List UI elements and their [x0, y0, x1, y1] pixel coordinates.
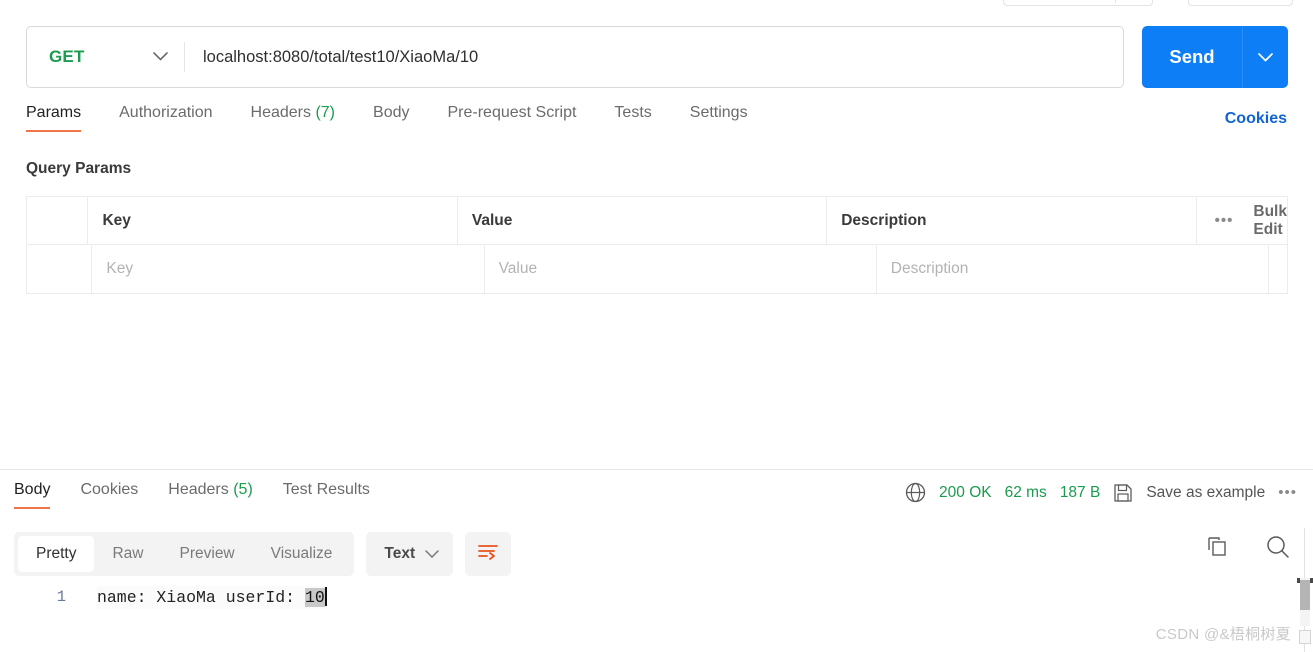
line-number: 1	[56, 588, 66, 606]
table-header-row: Key Value Description ••• Bulk Edit	[27, 197, 1287, 245]
tab-response-cookies[interactable]: Cookies	[80, 481, 138, 509]
tab-settings[interactable]: Settings	[690, 104, 748, 132]
copy-icon[interactable]	[1205, 535, 1229, 559]
response-time: 62 ms	[1004, 483, 1047, 501]
view-raw-button[interactable]: Raw	[94, 536, 161, 572]
tab-pre-request-script-label: Pre-request Script	[447, 104, 577, 121]
csdn-watermark: CSDN @&梧桐树夏	[1155, 626, 1291, 643]
column-header-description: Description	[827, 197, 1197, 244]
tab-authorization-label: Authorization	[119, 104, 213, 121]
tab-response-headers-count: (5)	[233, 481, 253, 498]
tab-headers-label: Headers	[250, 104, 311, 121]
tab-body[interactable]: Body	[373, 104, 409, 132]
scrollbar-grip[interactable]	[1299, 630, 1311, 644]
tab-response-headers-label: Headers	[168, 481, 229, 498]
row-tools-cell	[1269, 245, 1287, 293]
method-and-url-group: GET	[26, 26, 1124, 88]
scrollbar-thumb[interactable]	[1300, 580, 1310, 610]
search-icon[interactable]	[1265, 534, 1291, 560]
header-checkbox-cell	[27, 197, 89, 244]
view-pretty-button[interactable]: Pretty	[18, 536, 95, 572]
tab-response-cookies-label: Cookies	[80, 481, 139, 498]
body-format-label: Text	[384, 545, 416, 562]
tab-headers[interactable]: Headers (7)	[251, 104, 336, 132]
response-body-selected-text: 10	[304, 588, 325, 607]
request-tabs: Params Authorization Headers (7) Body Pr…	[26, 104, 786, 142]
url-input[interactable]	[185, 28, 1123, 86]
line-number-gutter: 1	[0, 582, 80, 606]
response-body-text: name: XiaoMa userId:	[97, 588, 305, 607]
body-view-switcher: Pretty Raw Preview Visualize	[14, 532, 355, 576]
chevron-down-icon	[153, 48, 168, 66]
param-key-input[interactable]: Key	[92, 245, 485, 293]
pane-divider[interactable]	[0, 469, 1313, 470]
http-method-label: GET	[49, 47, 85, 66]
more-options-icon[interactable]: •••	[1215, 212, 1234, 229]
response-tabs: Body Cookies Headers (5) Test Results	[14, 481, 400, 517]
send-button-label: Send	[1169, 46, 1215, 67]
view-visualize-button[interactable]: Visualize	[253, 536, 351, 572]
tab-body-label: Body	[373, 104, 410, 121]
query-params-table: Key Value Description ••• Bulk Edit Key …	[26, 196, 1288, 294]
tab-authorization[interactable]: Authorization	[119, 104, 212, 132]
postman-window: GET Send Params Authorization Headers (7…	[0, 0, 1313, 652]
tab-headers-count: (7)	[315, 104, 336, 121]
chevron-down-icon	[425, 545, 439, 563]
request-url-row: GET Send	[26, 26, 1288, 88]
send-button[interactable]: Send	[1142, 26, 1288, 88]
tab-response-body-label: Body	[14, 481, 51, 498]
response-size: 187 B	[1059, 483, 1101, 501]
body-vertical-scrollbar[interactable]	[1297, 578, 1313, 652]
save-as-example-button[interactable]: Save as example	[1146, 484, 1265, 502]
body-toolbar-right-icons	[1205, 534, 1291, 560]
top-cut-chip-right[interactable]	[1188, 0, 1293, 6]
cookies-link[interactable]: Cookies	[1225, 110, 1287, 128]
bulk-edit-button[interactable]: Bulk Edit	[1253, 203, 1287, 239]
param-value-input[interactable]: Value	[485, 245, 877, 293]
tab-response-body[interactable]: Body	[14, 481, 51, 509]
tab-params[interactable]: Params	[26, 104, 82, 132]
globe-icon[interactable]	[905, 482, 926, 503]
response-meta: 200 OK 62 ms 187 B Save as example •••	[905, 482, 1297, 503]
response-body-toolbar: Pretty Raw Preview Visualize Text	[14, 532, 512, 576]
body-format-selector[interactable]: Text	[366, 532, 454, 576]
save-icon[interactable]	[1113, 483, 1133, 503]
tab-pre-request-script[interactable]: Pre-request Script	[447, 104, 576, 132]
row-checkbox-cell[interactable]	[27, 245, 93, 293]
response-more-options-icon[interactable]: •••	[1278, 484, 1297, 501]
wrap-text-icon	[477, 543, 499, 566]
view-preview-button[interactable]: Preview	[162, 536, 253, 572]
wrap-text-button[interactable]	[465, 532, 512, 576]
tab-tests[interactable]: Tests	[614, 104, 651, 132]
column-header-key: Key	[88, 197, 458, 244]
tab-tests-label: Tests	[614, 104, 652, 121]
param-description-input[interactable]: Description	[877, 245, 1270, 293]
chevron-down-icon[interactable]	[1243, 52, 1288, 62]
response-status: 200 OK	[939, 483, 992, 501]
tab-settings-label: Settings	[689, 104, 748, 121]
tab-params-label: Params	[26, 104, 82, 121]
query-params-title: Query Params	[26, 160, 132, 177]
text-cursor	[324, 587, 327, 606]
table-tools-cell: ••• Bulk Edit	[1197, 197, 1287, 244]
column-header-value: Value	[458, 197, 828, 244]
http-method-selector[interactable]: GET	[27, 27, 184, 87]
tab-test-results[interactable]: Test Results	[283, 481, 370, 509]
tab-test-results-label: Test Results	[282, 481, 370, 498]
tab-response-headers[interactable]: Headers (5)	[168, 481, 253, 509]
top-cut-chip-left[interactable]	[1003, 0, 1153, 6]
response-body-line[interactable]: name: XiaoMa userId: 10	[97, 586, 327, 609]
table-row: Key Value Description	[27, 245, 1287, 293]
